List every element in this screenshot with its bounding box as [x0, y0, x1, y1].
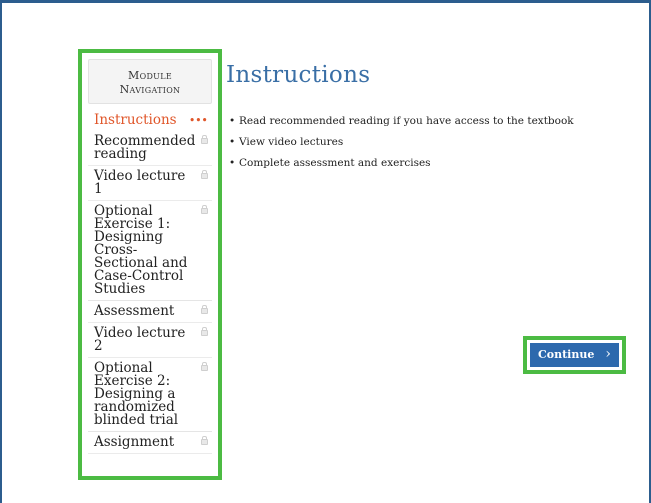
instruction-item: Complete assessment and exercises: [229, 157, 574, 170]
in-progress-icon: •••: [189, 116, 208, 126]
nav-item-label: Optional Exercise 1: Designing Cross-Sec…: [94, 203, 188, 297]
continue-button[interactable]: Continue ›: [530, 343, 619, 367]
nav-item-label: Assessment: [94, 303, 175, 319]
nav-item-optional-exercise-2[interactable]: Optional Exercise 2: Designing a randomi…: [88, 358, 212, 432]
nav-item-label: Assignment: [94, 434, 175, 450]
nav-item-label: Instructions: [94, 112, 177, 128]
nav-item-label: Optional Exercise 2: Designing a randomi…: [94, 360, 179, 428]
lock-icon: [201, 205, 208, 219]
nav-item-instructions[interactable]: Instructions •••: [88, 110, 212, 131]
instruction-item: View video lectures: [229, 136, 574, 149]
nav-item-label: Recommended reading: [94, 133, 196, 162]
lock-icon: [201, 305, 208, 319]
instruction-item: Read recommended reading if you have acc…: [229, 115, 574, 128]
continue-button-label: Continue: [538, 348, 595, 361]
instructions-list: Read recommended reading if you have acc…: [229, 115, 574, 178]
module-navigation-header-line1: Module: [128, 69, 172, 82]
module-navigation-list: Instructions ••• Recommended reading Vid…: [88, 110, 212, 454]
nav-item-recommended-reading[interactable]: Recommended reading: [88, 131, 212, 166]
module-navigation: Module Navigation Instructions ••• Recom…: [88, 59, 212, 454]
nav-item-label: Video lecture 2: [94, 325, 186, 354]
page-title: Instructions: [226, 62, 371, 88]
chevron-right-icon: ›: [605, 346, 611, 362]
lock-icon: [201, 327, 208, 341]
module-navigation-header-line2: Navigation: [119, 83, 181, 96]
nav-item-assignment[interactable]: Assignment: [88, 432, 212, 454]
lock-icon: [201, 362, 208, 376]
nav-item-assessment[interactable]: Assessment: [88, 301, 212, 323]
lock-icon: [201, 170, 208, 184]
nav-item-video-lecture-1[interactable]: Video lecture 1: [88, 166, 212, 201]
lock-icon: [201, 135, 208, 149]
lock-icon: [201, 436, 208, 450]
nav-item-label: Video lecture 1: [94, 168, 186, 197]
module-navigation-header: Module Navigation: [88, 59, 212, 104]
nav-item-optional-exercise-1[interactable]: Optional Exercise 1: Designing Cross-Sec…: [88, 201, 212, 301]
nav-item-video-lecture-2[interactable]: Video lecture 2: [88, 323, 212, 358]
